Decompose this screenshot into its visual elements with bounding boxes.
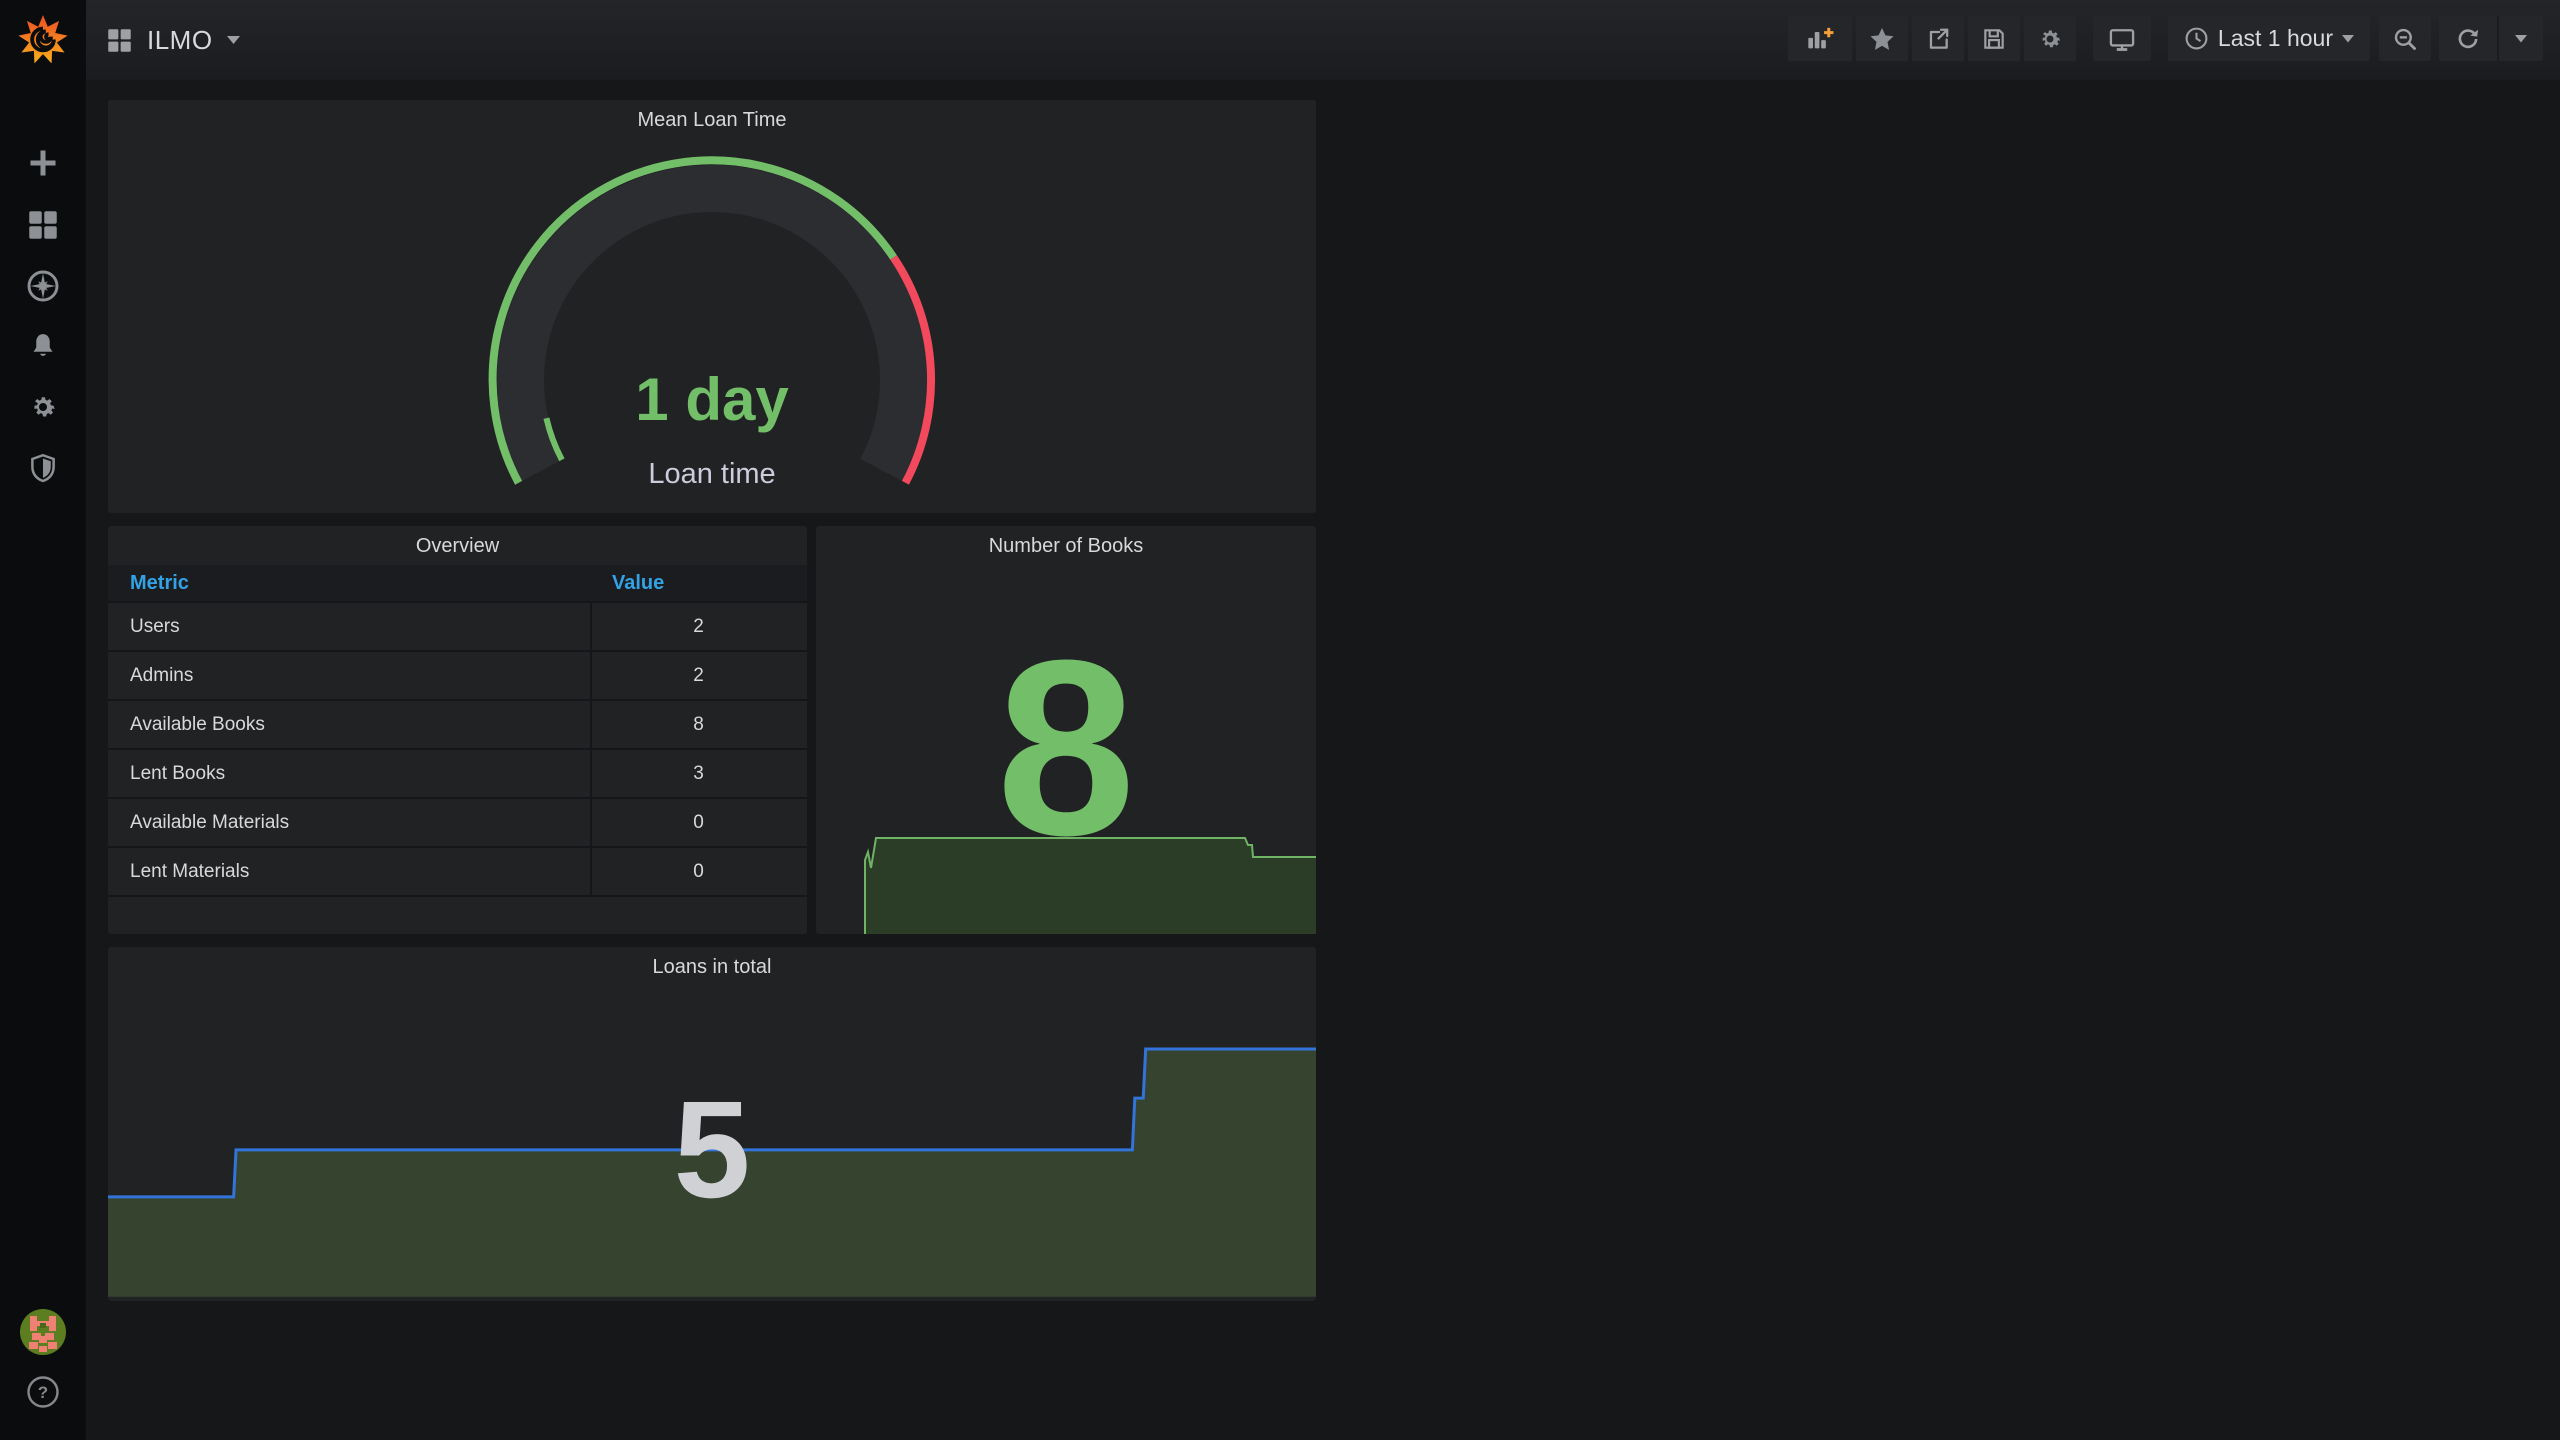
dashboards-icon[interactable] [28, 210, 58, 240]
table-row: Available Materials 0 [108, 799, 807, 848]
page-title[interactable]: ILMO [147, 25, 213, 56]
table-row: Users 2 [108, 603, 807, 652]
panel-number-of-books: Number of Books 8 [816, 526, 1316, 934]
configuration-gear-icon[interactable] [28, 392, 58, 422]
refresh-button-group [2439, 16, 2543, 61]
cell-metric: Available Materials [130, 812, 290, 833]
add-panel-button[interactable] [1787, 16, 1852, 61]
toolbar: Last 1 hour [1787, 16, 2543, 61]
cell-value: 0 [693, 861, 704, 882]
time-caret-down-icon [2342, 34, 2354, 42]
time-picker-button[interactable]: Last 1 hour [2167, 16, 2370, 61]
plus-glyph [1823, 27, 1834, 37]
grafana-logo[interactable] [17, 14, 69, 66]
table-row: Available Books 8 [108, 701, 807, 750]
refresh-interval-caret-button[interactable] [2497, 16, 2543, 61]
alerting-bell-icon[interactable] [28, 331, 58, 361]
panel-title[interactable]: Overview [108, 535, 807, 558]
cell-value: 2 [693, 665, 704, 686]
time-range-label: Last 1 hour [2217, 25, 2333, 51]
cell-metric: Lent Materials [130, 861, 250, 882]
clock-icon [2185, 27, 2208, 50]
panel-loans-in-total: Loans in total 5 [108, 947, 1316, 1301]
dashboard-grid-icon [108, 28, 131, 52]
stat-value: 5 [673, 1073, 751, 1227]
cell-metric: Available Books [130, 714, 265, 735]
table-column-divider [590, 603, 592, 897]
table-row: Lent Books 3 [108, 750, 807, 799]
table-header-row: Metric Value [108, 565, 807, 603]
stat-value: 8 [996, 608, 1136, 887]
help-question-mark: ? [38, 1383, 48, 1402]
title-caret-down-icon [226, 35, 240, 44]
help-icon[interactable]: ? [26, 1375, 60, 1409]
create-icon[interactable] [28, 148, 58, 178]
table-row: Admins 2 [108, 652, 807, 701]
server-admin-shield-icon[interactable] [28, 453, 58, 483]
explore-compass-icon[interactable] [27, 270, 59, 302]
share-button[interactable] [1911, 16, 1964, 61]
table-row: Lent Materials 0 [108, 848, 807, 897]
cycle-view-mode-button[interactable] [2092, 16, 2151, 61]
cell-value: 8 [693, 714, 704, 735]
gauge-value: 1 day [635, 366, 789, 433]
panel-title[interactable]: Number of Books [816, 535, 1316, 558]
cell-value: 0 [693, 812, 704, 833]
loan-time-gauge [488, 156, 936, 485]
gauge-label: Loan time [648, 458, 776, 490]
save-button[interactable] [1967, 16, 2020, 61]
zoom-out-button[interactable] [2379, 16, 2431, 61]
column-header-value[interactable]: Value [612, 572, 664, 595]
refresh-button[interactable] [2439, 16, 2497, 61]
cell-value: 3 [693, 763, 704, 784]
user-avatar[interactable] [20, 1309, 66, 1355]
cell-metric: Lent Books [130, 763, 226, 784]
column-header-metric[interactable]: Metric [130, 572, 189, 595]
dashboard-title-group[interactable]: ILMO [106, 0, 240, 80]
panel-mean-loan-time: Mean Loan Time 1 day Loan time [108, 100, 1316, 513]
dashboard-settings-button[interactable] [2023, 16, 2076, 61]
cell-value: 2 [693, 616, 704, 637]
navbar: ILMO Last 1 hour [86, 0, 2560, 80]
cell-metric: Admins [130, 665, 194, 686]
cell-metric: Users [130, 616, 180, 637]
panel-overview: Overview Metric Value Users 2 Admins 2 A… [108, 526, 807, 934]
sidebar: ? [0, 0, 86, 1440]
star-button[interactable] [1855, 16, 1908, 61]
panel-title[interactable]: Loans in total [108, 956, 1316, 979]
